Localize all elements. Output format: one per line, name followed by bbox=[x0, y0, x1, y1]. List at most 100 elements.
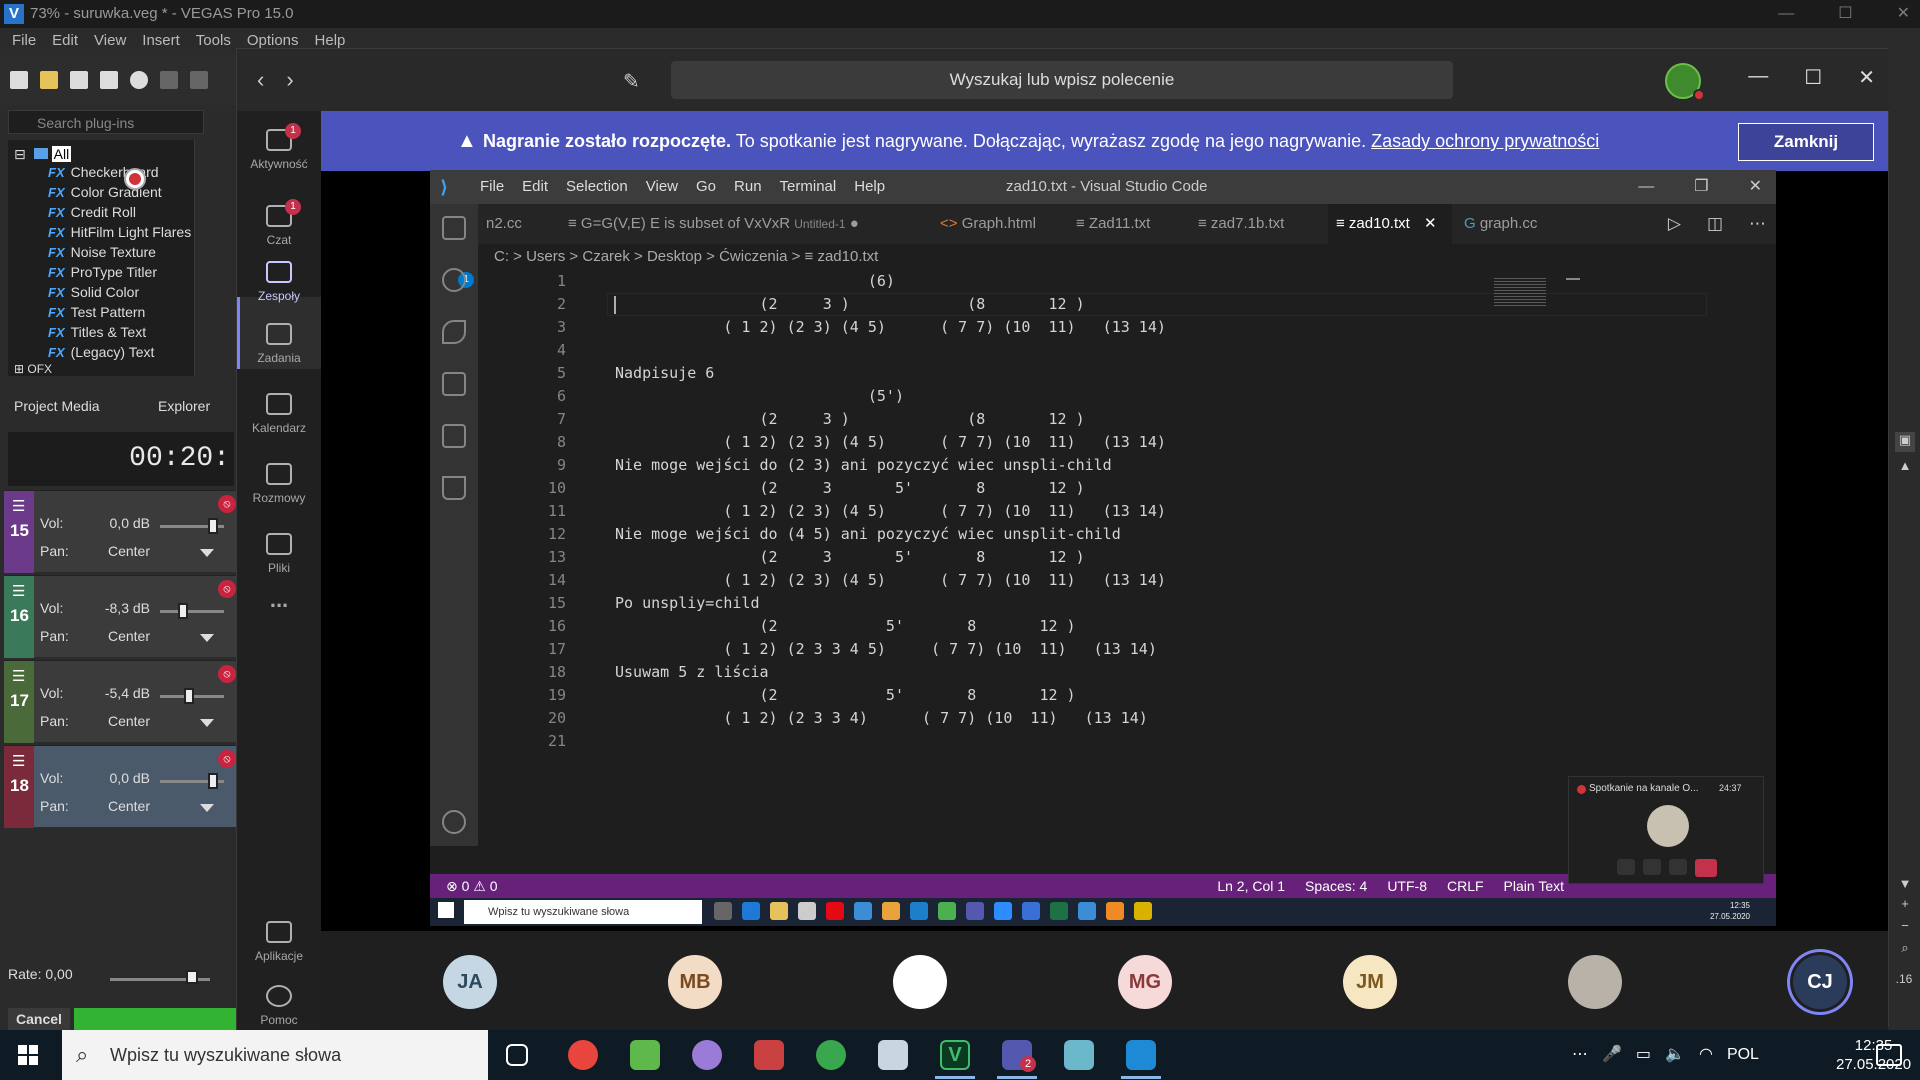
close-icon[interactable]: ✕ bbox=[1897, 0, 1910, 28]
close-icon[interactable]: ✕ bbox=[1749, 170, 1762, 204]
code-line[interactable]: (2 5' 8 12 ) bbox=[615, 615, 1075, 638]
scroll-down-icon[interactable]: ▼ bbox=[1895, 876, 1915, 896]
copy-icon[interactable] bbox=[190, 71, 208, 89]
plugin-item[interactable]: FX HitFilm Light Flares bbox=[48, 222, 191, 242]
extensions-icon[interactable] bbox=[442, 424, 466, 448]
participant-avatar[interactable]: JA bbox=[443, 955, 497, 1009]
new-file-icon[interactable] bbox=[10, 71, 28, 89]
editor-area[interactable]: 1 (6) 2 (2 3 ) (8 12 ) 3 ( 1 2) (2 3) (4 5… bbox=[478, 270, 1776, 846]
code-line[interactable]: (6) bbox=[615, 270, 895, 293]
magnifier-icon[interactable]: ⌕ bbox=[1895, 940, 1915, 960]
track-header[interactable]: ☰ 16 Vol: -8,3 dB Pan: Center ⦸ bbox=[4, 575, 236, 658]
rail-item-assignments[interactable]: Zadania bbox=[237, 323, 321, 365]
pan-dropdown-icon[interactable] bbox=[200, 804, 214, 812]
task-view-icon[interactable] bbox=[506, 1044, 528, 1066]
cancel-button[interactable]: Cancel bbox=[8, 1008, 70, 1030]
breadcrumb[interactable]: C: > Users > Czarek > Desktop > Ćwiczeni… bbox=[478, 244, 1776, 270]
menu-file[interactable]: File bbox=[480, 170, 504, 204]
rate-slider-knob[interactable] bbox=[186, 970, 198, 984]
editor-scrollbar[interactable] bbox=[1566, 278, 1580, 280]
hamburger-icon[interactable]: ☰ bbox=[12, 752, 25, 770]
code-line[interactable]: ( 1 2) (2 3 3 4 5) ( 7 7) (10 11) (13 14… bbox=[615, 638, 1157, 661]
source-control-icon[interactable] bbox=[442, 320, 466, 344]
hamburger-icon[interactable]: ☰ bbox=[12, 667, 25, 685]
track-header[interactable]: ☰ 15 Vol: 0,0 dB Pan: Center ⦸ bbox=[4, 490, 236, 573]
volume-slider-knob[interactable] bbox=[178, 603, 188, 619]
close-icon[interactable]: ✕ bbox=[1858, 65, 1875, 90]
plugin-search-input[interactable]: Search plug-ins bbox=[8, 110, 204, 134]
code-line[interactable]: ( 1 2) (2 3) (4 5) ( 7 7) (10 11) (13 14… bbox=[615, 316, 1166, 339]
rail-item-calendar[interactable]: Kalendarz bbox=[237, 393, 321, 435]
track-header[interactable]: ☰ 17 Vol: -5,4 dB Pan: Center ⦸ bbox=[4, 660, 236, 743]
teams-taskbar-icon[interactable]: 2 bbox=[1002, 1040, 1036, 1072]
problems-indicator[interactable]: ⊗ 0 ⚠ 0 bbox=[446, 874, 498, 898]
rail-item-apps[interactable]: Aplikacje bbox=[237, 921, 321, 963]
vegas-menu-view[interactable]: View bbox=[94, 30, 126, 52]
plugin-item[interactable]: FX Color Gradient bbox=[48, 182, 162, 202]
rail-item-help[interactable]: Pomoc bbox=[237, 985, 321, 1027]
plugin-item[interactable]: FX ProType Titler bbox=[48, 262, 157, 282]
render-icon[interactable] bbox=[100, 71, 118, 89]
language-indicator[interactable]: POL bbox=[1727, 1030, 1759, 1080]
mute-icon[interactable]: ⦸ bbox=[218, 750, 236, 768]
code-line[interactable]: ( 1 2) (2 3) (4 5) ( 7 7) (10 11) (13 14… bbox=[615, 569, 1166, 592]
participant-avatar[interactable]: MG bbox=[1118, 955, 1172, 1009]
tree-root[interactable]: ⊟ All bbox=[14, 144, 72, 164]
pan-dropdown-icon[interactable] bbox=[200, 634, 214, 642]
line-ending[interactable]: CRLF bbox=[1447, 874, 1484, 898]
tab-zad7-1b[interactable]: ≡ zad7.1b.txt bbox=[1190, 204, 1292, 244]
vegas-taskbar-icon[interactable]: V bbox=[940, 1040, 970, 1070]
plugin-item[interactable]: FX Credit Roll bbox=[48, 202, 136, 222]
gear-icon[interactable] bbox=[130, 71, 148, 89]
language-mode[interactable]: Plain Text bbox=[1504, 874, 1564, 898]
menu-edit[interactable]: Edit bbox=[522, 170, 548, 204]
plugin-tree-scrollbar[interactable] bbox=[194, 140, 208, 376]
code-line[interactable]: Nie moge wejści do (4 5) ani pozyczyć wi… bbox=[615, 523, 1121, 546]
mute-icon[interactable]: ⦸ bbox=[218, 580, 236, 598]
mini-call-window[interactable]: Spotkanie na kanale O... 24:37 bbox=[1568, 776, 1764, 884]
split-editor-icon[interactable]: ◫ bbox=[1707, 204, 1723, 244]
zoom-out-icon[interactable]: − bbox=[1895, 918, 1915, 938]
plugin-item[interactable]: FX Test Pattern bbox=[48, 302, 145, 322]
code-line[interactable]: ( 1 2) (2 3) (4 5) ( 7 7) (10 11) (13 14… bbox=[615, 431, 1166, 454]
volume-slider-knob[interactable] bbox=[184, 688, 194, 704]
taskbar-search-input[interactable]: Wpisz tu wyszukiwane słowa bbox=[62, 1030, 488, 1080]
rail-item-teams[interactable]: Zespoły bbox=[237, 261, 321, 303]
pan-dropdown-icon[interactable] bbox=[200, 719, 214, 727]
back-arrow-icon[interactable]: ‹ bbox=[257, 67, 264, 93]
open-folder-icon[interactable] bbox=[40, 71, 58, 89]
clover-app-icon[interactable] bbox=[630, 1040, 660, 1070]
rail-item-files[interactable]: Pliki bbox=[237, 533, 321, 575]
hang-up-icon[interactable] bbox=[1695, 859, 1717, 877]
menu-selection[interactable]: Selection bbox=[566, 170, 628, 204]
rail-item-calls[interactable]: Rozmowy bbox=[237, 463, 321, 505]
tab-project-media[interactable]: Project Media bbox=[14, 398, 100, 414]
vegas-menu-file[interactable]: File bbox=[12, 30, 36, 52]
zoom-in-icon[interactable]: + bbox=[1895, 896, 1915, 916]
volume-slider-knob[interactable] bbox=[208, 773, 218, 789]
menu-help[interactable]: Help bbox=[854, 170, 885, 204]
tab-untitled[interactable]: ≡ G=G(V,E) E is subset of VxVxR Untitled… bbox=[560, 204, 867, 244]
mute-icon[interactable]: ⦸ bbox=[218, 495, 236, 513]
encoding[interactable]: UTF-8 bbox=[1387, 874, 1427, 898]
chrome-icon[interactable] bbox=[568, 1040, 598, 1070]
code-line[interactable]: (2 3 ) (8 12 ) bbox=[615, 408, 1084, 431]
marker-icon[interactable]: ▣ bbox=[1895, 432, 1915, 452]
hamburger-icon[interactable]: ☰ bbox=[12, 582, 25, 600]
menu-terminal[interactable]: Terminal bbox=[780, 170, 837, 204]
teams-search-input[interactable]: Wyszukaj lub wpisz polecenie bbox=[671, 61, 1453, 99]
pan-dropdown-icon[interactable] bbox=[200, 549, 214, 557]
volume-slider[interactable] bbox=[160, 610, 224, 613]
participant-avatar[interactable] bbox=[893, 955, 947, 1009]
search-icon[interactable] bbox=[442, 268, 466, 292]
code-line[interactable]: Nadpisuje 6 bbox=[615, 362, 714, 385]
explorer-icon[interactable] bbox=[878, 1040, 908, 1070]
participant-avatar[interactable] bbox=[1568, 955, 1622, 1009]
participant-avatar[interactable]: JM bbox=[1343, 955, 1397, 1009]
code-line[interactable]: (5') bbox=[615, 385, 904, 408]
cut-icon[interactable] bbox=[160, 71, 178, 89]
microphone-icon[interactable]: 🎤 bbox=[1602, 1030, 1622, 1080]
code-line[interactable]: ( 1 2) (2 3 3 4) ( 7 7) (10 11) (13 14) bbox=[615, 707, 1147, 730]
notification-icon[interactable] bbox=[1876, 1044, 1902, 1066]
minimize-icon[interactable]: — bbox=[1638, 170, 1654, 204]
